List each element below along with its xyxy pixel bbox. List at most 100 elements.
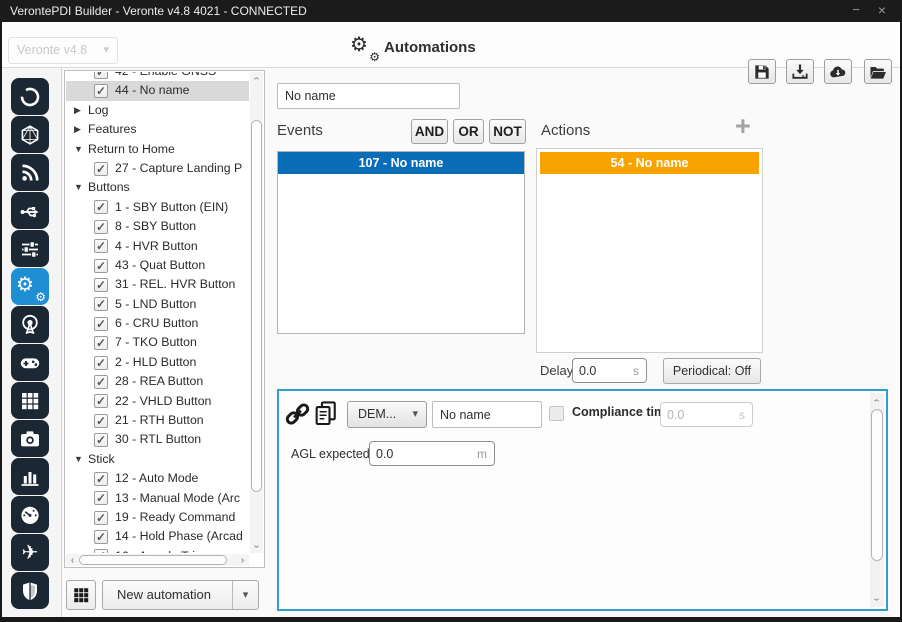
tree-row-checkbox[interactable]: ✓ (94, 84, 108, 98)
new-automation-button[interactable]: New automation ▾ (102, 580, 259, 610)
compliance-time-input[interactable] (667, 403, 734, 426)
scrollbar-thumb[interactable] (251, 120, 262, 492)
tree-row-checkbox[interactable]: ✓ (94, 511, 108, 525)
chevron-expanded-icon[interactable]: ▼ (74, 140, 88, 159)
tree-horizontal-scrollbar[interactable]: › › (66, 554, 249, 566)
tree-row[interactable]: ✓1 - SBY Button (EIN) (66, 198, 249, 217)
tree-row[interactable]: ✓44 - No name (66, 81, 249, 100)
tree-row[interactable]: ✓28 - REA Button (66, 372, 249, 391)
sidebar-item-podcast[interactable] (11, 306, 49, 343)
tree-row[interactable]: ✓43 - Quat Button (66, 256, 249, 275)
tree-row-checkbox[interactable]: ✓ (94, 239, 108, 253)
tree-row[interactable]: ▼Stick (66, 450, 249, 469)
chevron-down-icon[interactable]: ▾ (232, 581, 258, 609)
and-button[interactable]: AND (411, 119, 448, 144)
periodical-toggle-button[interactable]: Periodical: Off (663, 358, 761, 384)
or-button[interactable]: OR (453, 119, 484, 144)
tree-row[interactable]: ✓5 - LND Button (66, 295, 249, 314)
tree-row[interactable]: ✓21 - RTH Button (66, 411, 249, 430)
save-button[interactable] (748, 59, 776, 84)
device-selector[interactable]: Veronte v4.8 ▾ (8, 37, 118, 64)
tree-row-checkbox[interactable]: ✓ (94, 220, 108, 234)
import-button[interactable] (786, 59, 814, 84)
chevron-expanded-icon[interactable]: ▼ (74, 450, 88, 469)
tree-row[interactable]: ✓2 - HLD Button (66, 353, 249, 372)
add-action-button[interactable]: + (735, 111, 751, 142)
tree-row[interactable]: ✓13 - Manual Mode (Arc (66, 489, 249, 508)
tree-row[interactable]: ✓27 - Capture Landing P (66, 159, 249, 178)
tree-row-checkbox[interactable]: ✓ (94, 472, 108, 486)
delay-input[interactable] (579, 359, 628, 382)
agl-expected-input[interactable] (376, 442, 476, 465)
action-type-dropdown[interactable]: DEM... ▾ (347, 401, 427, 428)
sidebar-item-rss[interactable] (11, 154, 49, 191)
tree-row[interactable]: ▼Buttons (66, 178, 249, 197)
sidebar-item-gauge[interactable] (11, 496, 49, 533)
tree-row[interactable]: ✓4 - HVR Button (66, 237, 249, 256)
chevron-collapsed-icon[interactable]: ▶ (74, 120, 88, 139)
open-folder-button[interactable] (864, 59, 892, 84)
tree-row-checkbox[interactable]: ✓ (94, 491, 108, 505)
chevron-collapsed-icon[interactable]: ▶ (74, 101, 88, 120)
action-item[interactable]: 54 - No name (540, 152, 759, 174)
minimize-button[interactable]: − (846, 0, 866, 22)
tree-row-checkbox[interactable]: ✓ (94, 394, 108, 408)
copy-button[interactable] (312, 398, 340, 434)
tree-row-checkbox[interactable]: ✓ (94, 530, 108, 544)
tree-row[interactable]: ✓14 - Hold Phase (Arcad (66, 527, 249, 546)
tree-row[interactable]: ▶Log (66, 101, 249, 120)
scroll-up-icon[interactable]: › (870, 394, 883, 407)
sidebar-item-shield[interactable] (11, 572, 49, 609)
tree-row[interactable]: ✓8 - SBY Button (66, 217, 249, 236)
tree-row[interactable]: ✓19 - Ready Command (66, 508, 249, 527)
tree-row[interactable]: ✓22 - VHLD Button (66, 392, 249, 411)
automation-grid-view-button[interactable] (66, 580, 96, 610)
tree-row-checkbox[interactable]: ✓ (94, 375, 108, 389)
tree-row-checkbox[interactable]: ✓ (94, 356, 108, 370)
tree-row-checkbox[interactable]: ✓ (94, 200, 108, 214)
tree-row-checkbox[interactable]: ✓ (94, 414, 108, 428)
scroll-left-icon[interactable]: › (66, 554, 79, 567)
sidebar-item-bar-chart[interactable] (11, 458, 49, 495)
sidebar-item-grid[interactable] (11, 382, 49, 419)
sidebar-item-automations[interactable]: ⚙ ⚙ (11, 268, 49, 305)
tree-row[interactable]: ▶Features (66, 120, 249, 139)
tree-row[interactable]: ✓42 - Enable GNSS (66, 72, 249, 81)
scrollbar-thumb[interactable] (871, 409, 883, 561)
chevron-expanded-icon[interactable]: ▼ (74, 178, 88, 197)
tree-row[interactable]: ▼Return to Home (66, 140, 249, 159)
sidebar-item-mesh-network[interactable] (11, 116, 49, 153)
sidebar-item-camera[interactable] (11, 420, 49, 457)
sidebar-item-sliders[interactable] (11, 230, 49, 267)
tree-row[interactable]: ✓30 - RTL Button (66, 430, 249, 449)
action-name-input[interactable] (432, 401, 542, 428)
tree-row-checkbox[interactable]: ✓ (94, 297, 108, 311)
close-button[interactable]: × (872, 0, 892, 22)
tree-row[interactable]: ✓31 - REL. HVR Button (66, 275, 249, 294)
scroll-down-icon[interactable]: › (250, 540, 263, 553)
sidebar-item-power-ring[interactable] (11, 78, 49, 115)
scroll-right-icon[interactable]: › (236, 554, 249, 567)
tree-scroll-area[interactable]: ✓42 - Enable GNSS✓44 - No name▶Log▶Featu… (66, 72, 249, 553)
tree-row[interactable]: ✓7 - TKO Button (66, 333, 249, 352)
tree-row-checkbox[interactable]: ✓ (94, 72, 108, 79)
tree-row-checkbox[interactable]: ✓ (94, 162, 108, 176)
automation-name-input[interactable] (277, 83, 460, 109)
tree-row-checkbox[interactable]: ✓ (94, 317, 108, 331)
tree-row-checkbox[interactable]: ✓ (94, 549, 108, 553)
sidebar-item-usb[interactable] (11, 192, 49, 229)
editor-vertical-scrollbar[interactable]: › › (870, 393, 884, 607)
sidebar-item-flight[interactable]: ✈ (11, 534, 49, 571)
tree-row[interactable]: ✓6 - CRU Button (66, 314, 249, 333)
tree-row-checkbox[interactable]: ✓ (94, 433, 108, 447)
sidebar-item-gamepad[interactable] (11, 344, 49, 381)
scroll-up-icon[interactable]: › (250, 72, 263, 85)
tree-vertical-scrollbar[interactable]: › › (250, 72, 263, 553)
tree-row-checkbox[interactable]: ✓ (94, 259, 108, 273)
tree-row-checkbox[interactable]: ✓ (94, 336, 108, 350)
scroll-down-icon[interactable]: › (870, 593, 883, 606)
scrollbar-thumb[interactable] (79, 555, 227, 565)
cloud-download-button[interactable] (824, 59, 852, 84)
event-item[interactable]: 107 - No name (278, 152, 524, 174)
not-button[interactable]: NOT (489, 119, 526, 144)
